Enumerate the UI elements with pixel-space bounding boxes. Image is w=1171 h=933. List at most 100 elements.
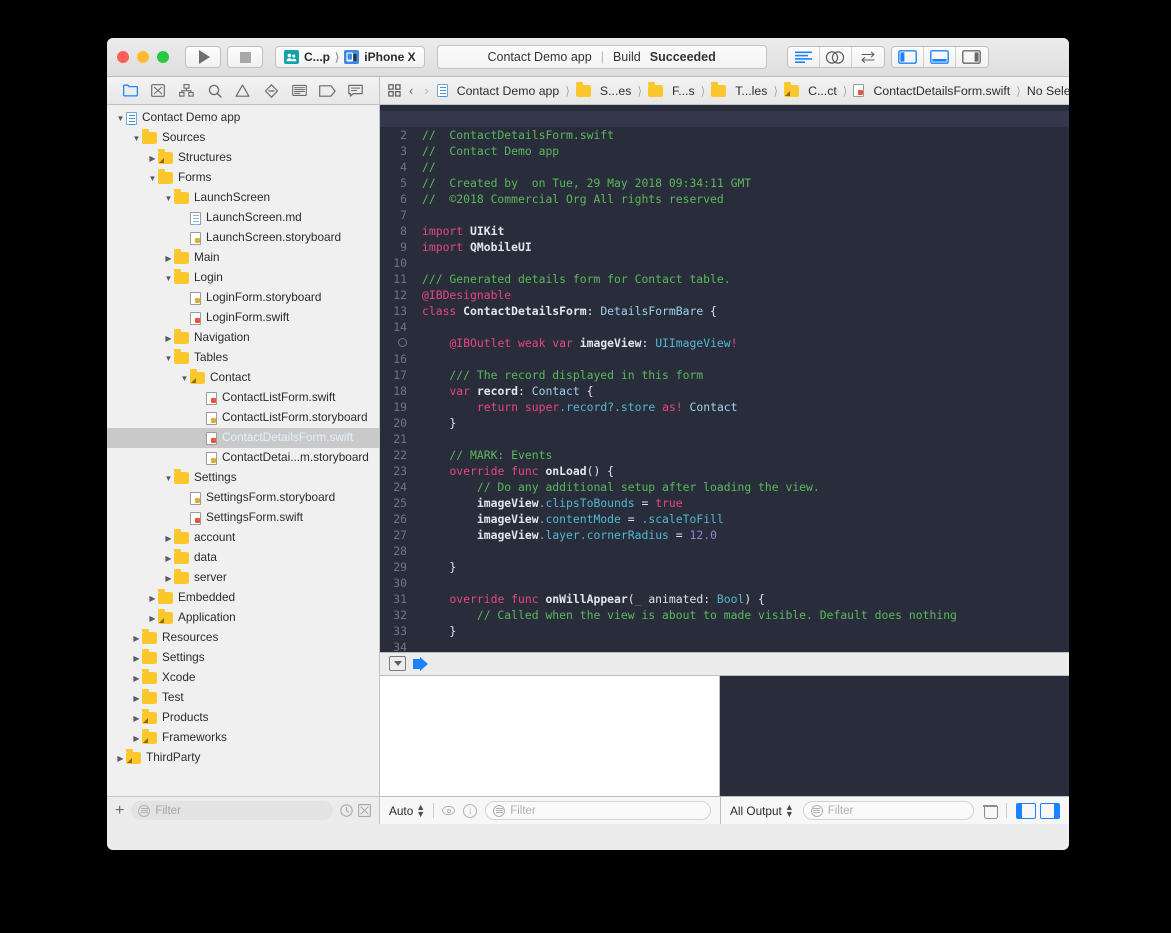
disclosure-triangle-open-icon[interactable]: ▼	[163, 474, 174, 483]
breakpoint-navigator-icon[interactable]	[318, 81, 338, 101]
navigator-filter-field[interactable]: Filter	[131, 801, 333, 820]
line-number[interactable]: 26	[380, 511, 407, 527]
line-number[interactable]: 11	[380, 271, 407, 287]
tree-row[interactable]: ▼ Forms	[107, 168, 379, 188]
tree-row[interactable]: ▶ ThirdParty	[107, 748, 379, 768]
breadcrumb-item-sources[interactable]: S...es	[575, 81, 631, 98]
tree-row[interactable]: ▼ Settings	[107, 468, 379, 488]
disclosure-triangle-open-icon[interactable]: ▼	[179, 374, 190, 383]
tree-row[interactable]: ContactListForm.swift	[107, 388, 379, 408]
tree-row[interactable]: ▼ Sources	[107, 128, 379, 148]
tree-row[interactable]: SettingsForm.storyboard	[107, 488, 379, 508]
watch-icon[interactable]	[442, 806, 456, 816]
line-number[interactable]: 30	[380, 575, 407, 591]
line-number[interactable]: 14	[380, 319, 407, 335]
line-number[interactable]: 28	[380, 543, 407, 559]
breakpoints-activate-icon[interactable]	[413, 656, 428, 671]
line-number[interactable]: 12	[380, 287, 407, 303]
line-number[interactable]: 24	[380, 479, 407, 495]
line-number[interactable]: 23	[380, 463, 407, 479]
variables-scope-popup[interactable]: Auto ▲ ▼	[389, 802, 425, 818]
back-button[interactable]: ‹	[406, 83, 416, 98]
source-control-navigator-icon[interactable]	[148, 81, 168, 101]
minimize-button[interactable]	[137, 51, 149, 63]
line-number[interactable]: 7	[380, 207, 407, 223]
tree-row[interactable]: ▼ Contact	[107, 368, 379, 388]
line-number[interactable]: 16	[380, 351, 407, 367]
line-number[interactable]: 8	[380, 223, 407, 239]
tree-row[interactable]: ▶ Navigation	[107, 328, 379, 348]
line-number[interactable]: 19	[380, 399, 407, 415]
symbol-navigator-icon[interactable]	[177, 81, 197, 101]
tree-row[interactable]: ▼ LaunchScreen	[107, 188, 379, 208]
forward-button[interactable]: ›	[421, 83, 431, 98]
disclosure-triangle-open-icon[interactable]: ▼	[163, 274, 174, 283]
breadcrumb-item-forms[interactable]: F...s	[648, 81, 695, 98]
tree-row[interactable]: ▶ Xcode	[107, 668, 379, 688]
show-variables-icon[interactable]	[1016, 802, 1036, 819]
tree-row[interactable]: ▶ Main	[107, 248, 379, 268]
line-number[interactable]: 9	[380, 239, 407, 255]
tree-row[interactable]: LoginForm.swift	[107, 308, 379, 328]
line-number[interactable]: 4	[380, 159, 407, 175]
debug-navigator-icon[interactable]	[289, 81, 309, 101]
line-number[interactable]: 25	[380, 495, 407, 511]
status-bar[interactable]: Contact Demo app | Build Succeeded	[436, 45, 767, 69]
line-number[interactable]: 2	[380, 127, 407, 143]
console-view[interactable]	[720, 675, 1069, 797]
find-navigator-icon[interactable]	[205, 81, 225, 101]
code-content[interactable]: // // ContactDetailsForm.swift // Contact …	[414, 105, 1069, 652]
line-number[interactable]: 20	[380, 415, 407, 431]
tree-row[interactable]: ▶ Embedded	[107, 588, 379, 608]
console-filter-field[interactable]: Filter	[802, 801, 974, 821]
disclosure-triangle-open-icon[interactable]: ▼	[163, 354, 174, 363]
disclosure-triangle-closed-icon[interactable]: ▶	[131, 654, 142, 663]
tree-row[interactable]: ▶ Products	[107, 708, 379, 728]
variables-view[interactable]	[380, 675, 720, 797]
related-items-icon[interactable]	[388, 84, 401, 97]
line-number[interactable]: 10	[380, 255, 407, 271]
disclosure-triangle-closed-icon[interactable]: ▶	[131, 674, 142, 683]
tree-row[interactable]: ContactListForm.storyboard	[107, 408, 379, 428]
close-button[interactable]	[117, 51, 129, 63]
variables-filter-field[interactable]: Filter	[485, 801, 711, 821]
disclosure-triangle-open-icon[interactable]: ▼	[131, 134, 142, 143]
tree-row[interactable]: ▶ Application	[107, 608, 379, 628]
disclosure-triangle-closed-icon[interactable]: ▶	[131, 694, 142, 703]
source-editor[interactable]: 1234567891011121314161718192021222324252…	[380, 105, 1069, 652]
tree-row[interactable]: LaunchScreen.md	[107, 208, 379, 228]
assistant-editor-icon[interactable]	[820, 47, 852, 67]
tree-row[interactable]: ContactDetai...m.storyboard	[107, 448, 379, 468]
debug-area-toggle-icon[interactable]	[924, 47, 956, 67]
navigator-toggle-icon[interactable]	[892, 47, 924, 67]
version-editor-icon[interactable]	[852, 47, 884, 67]
line-number[interactable]: 34	[380, 639, 407, 652]
line-number[interactable]: 6	[380, 191, 407, 207]
disclosure-triangle-open-icon[interactable]: ▼	[147, 174, 158, 183]
project-navigator-icon[interactable]	[120, 81, 140, 101]
line-number[interactable]: 18	[380, 383, 407, 399]
scheme-selector[interactable]: C...p ⟩ iPhone X	[275, 46, 425, 68]
standard-editor-icon[interactable]	[788, 47, 820, 67]
tree-row[interactable]: ContactDetailsForm.swift	[107, 428, 379, 448]
info-icon[interactable]: i	[463, 803, 478, 818]
tree-row[interactable]: ▼ Contact Demo app	[107, 108, 379, 128]
tree-row[interactable]: ▶ data	[107, 548, 379, 568]
clock-icon[interactable]	[340, 804, 353, 817]
breadcrumb-item-project[interactable]: Contact Demo app	[436, 84, 559, 98]
disclosure-triangle-closed-icon[interactable]: ▶	[163, 334, 174, 343]
breadcrumb-item-tables[interactable]: T...les	[711, 81, 767, 98]
line-number[interactable]: 3	[380, 143, 407, 159]
disclosure-triangle-closed-icon[interactable]: ▶	[147, 594, 158, 603]
show-console-icon[interactable]	[1040, 802, 1060, 819]
disclosure-triangle-closed-icon[interactable]: ▶	[131, 634, 142, 643]
line-number[interactable]: 21	[380, 431, 407, 447]
tree-row[interactable]: LaunchScreen.storyboard	[107, 228, 379, 248]
disclosure-triangle-closed-icon[interactable]: ▶	[163, 554, 174, 563]
breadcrumb-item-contact[interactable]: C...ct	[784, 81, 837, 98]
disclosure-triangle-closed-icon[interactable]: ▶	[131, 734, 142, 743]
zoom-button[interactable]	[157, 51, 169, 63]
breadcrumb-item-selection[interactable]: No Selection	[1027, 84, 1069, 98]
tree-row[interactable]: ▼ Tables	[107, 348, 379, 368]
report-navigator-icon[interactable]	[346, 81, 366, 101]
